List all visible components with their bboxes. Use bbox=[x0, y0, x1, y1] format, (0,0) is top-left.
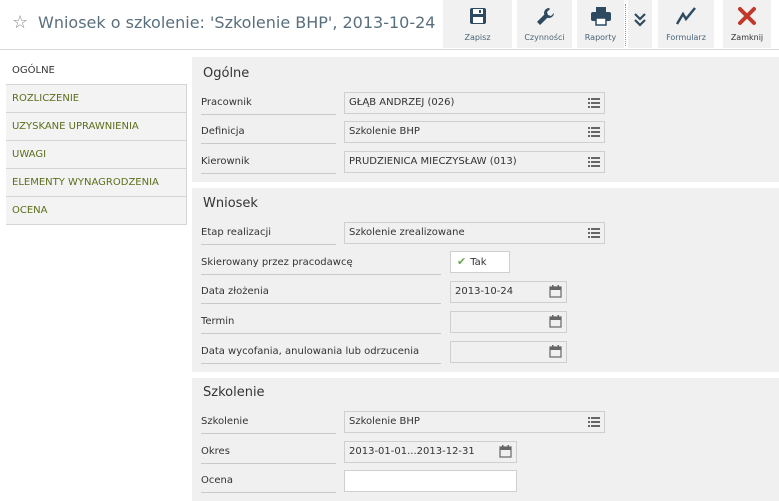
red-x-icon bbox=[723, 6, 771, 28]
etap-field[interactable]: Szkolenie zrealizowane bbox=[344, 222, 605, 244]
close-button-label: Zamknij bbox=[730, 33, 764, 42]
pracownik-value: GŁĄB ANDRZEJ (026) bbox=[349, 97, 455, 108]
szkolenie-value: Szkolenie BHP bbox=[349, 416, 420, 427]
data-zlozenia-field[interactable]: 2013-10-24 bbox=[450, 281, 567, 303]
szkolenie-field[interactable]: Szkolenie BHP bbox=[344, 411, 605, 433]
skierowany-label: Skierowany przez pracodawcę bbox=[201, 251, 441, 275]
termin-field[interactable] bbox=[450, 311, 567, 333]
save-button[interactable]: Zapisz bbox=[443, 0, 512, 48]
actions-button-label: Czynności bbox=[524, 33, 565, 42]
data-zlozenia-value: 2013-10-24 bbox=[455, 286, 514, 297]
sidebar-item-rozliczenie[interactable]: ROZLICZENIE bbox=[6, 85, 187, 113]
section-title-ogolne: Ogólne bbox=[203, 66, 250, 81]
etap-label: Etap realizacji bbox=[201, 221, 336, 245]
list-icon[interactable] bbox=[588, 127, 600, 137]
window-header: ☆ Wniosek o szkolenie: 'Szkolenie BHP', … bbox=[0, 0, 779, 48]
form-button-label: Formularz bbox=[666, 33, 706, 42]
data-wycofania-field[interactable] bbox=[450, 341, 567, 363]
section-divider bbox=[192, 182, 779, 188]
wrench-icon bbox=[517, 6, 572, 28]
calendar-icon[interactable] bbox=[499, 445, 512, 458]
actions-button[interactable]: Czynności bbox=[517, 0, 572, 48]
okres-field[interactable]: 2013-01-01...2013-12-31 bbox=[344, 441, 517, 463]
skierowany-value: Tak bbox=[470, 257, 487, 268]
toolbar-separator bbox=[625, 4, 626, 46]
definicja-field[interactable]: Szkolenie BHP bbox=[344, 121, 605, 143]
sidebar: OGÓLNE ROZLICZENIE UZYSKANE UPRAWNIENIA … bbox=[6, 57, 187, 225]
skierowany-checkbox[interactable]: ✔ Tak bbox=[450, 251, 510, 273]
etap-value: Szkolenie zrealizowane bbox=[349, 227, 465, 238]
form-content: Ogólne Pracownik GŁĄB ANDRZEJ (026) Defi… bbox=[192, 57, 779, 501]
kierownik-field[interactable]: PRUDZIENICA MIECZYSŁAW (013) bbox=[344, 151, 605, 173]
list-icon[interactable] bbox=[588, 98, 600, 108]
pracownik-label: Pracownik bbox=[201, 91, 336, 115]
sidebar-item-elementy-wynagrodzenia[interactable]: ELEMENTY WYNAGRODZENIA bbox=[6, 169, 187, 197]
list-icon[interactable] bbox=[588, 228, 600, 238]
data-zlozenia-label: Data złożenia bbox=[201, 280, 441, 304]
definicja-label: Definicja bbox=[201, 120, 336, 144]
pracownik-field[interactable]: GŁĄB ANDRZEJ (026) bbox=[344, 92, 605, 114]
sidebar-item-uwagi[interactable]: UWAGI bbox=[6, 141, 187, 169]
page-title: Wniosek o szkolenie: 'Szkolenie BHP', 20… bbox=[38, 13, 436, 32]
okres-value: 2013-01-01...2013-12-31 bbox=[349, 446, 475, 457]
ocena-label: Ocena bbox=[201, 469, 336, 493]
calendar-icon[interactable] bbox=[549, 315, 562, 328]
printer-icon bbox=[577, 6, 624, 28]
chart-line-icon bbox=[658, 6, 714, 28]
kierownik-label: Kierownik bbox=[201, 150, 336, 174]
more-button[interactable] bbox=[628, 0, 652, 48]
reports-button-label: Raporty bbox=[584, 33, 617, 42]
close-button[interactable]: Zamknij bbox=[723, 0, 771, 48]
sidebar-item-ocena[interactable]: OCENA bbox=[6, 197, 187, 225]
kierownik-value: PRUDZIENICA MIECZYSŁAW (013) bbox=[349, 156, 517, 167]
definicja-value: Szkolenie BHP bbox=[349, 126, 420, 137]
header-divider bbox=[0, 49, 779, 50]
okres-label: Okres bbox=[201, 440, 336, 464]
calendar-icon[interactable] bbox=[549, 345, 562, 358]
save-button-label: Zapisz bbox=[464, 33, 491, 42]
double-chevron-down-icon bbox=[628, 12, 652, 34]
data-wycofania-label: Data wycofania, anulowania lub odrzuceni… bbox=[201, 340, 441, 364]
list-icon[interactable] bbox=[588, 157, 600, 167]
list-icon[interactable] bbox=[588, 417, 600, 427]
ocena-field[interactable] bbox=[344, 470, 517, 492]
section-divider bbox=[192, 372, 779, 378]
termin-label: Termin bbox=[201, 310, 441, 334]
sidebar-item-ogolne[interactable]: OGÓLNE bbox=[6, 57, 187, 85]
floppy-disk-icon bbox=[443, 6, 512, 28]
section-title-wniosek: Wniosek bbox=[203, 196, 258, 211]
sidebar-item-uzyskane-uprawnienia[interactable]: UZYSKANE UPRAWNIENIA bbox=[6, 113, 187, 141]
star-outline-icon[interactable]: ☆ bbox=[12, 12, 28, 33]
section-title-szkolenie: Szkolenie bbox=[203, 385, 265, 400]
szkolenie-label: Szkolenie bbox=[201, 410, 336, 434]
form-button[interactable]: Formularz bbox=[658, 0, 714, 48]
calendar-icon[interactable] bbox=[549, 285, 562, 298]
checkmark-icon: ✔ bbox=[457, 255, 467, 268]
reports-button[interactable]: Raporty bbox=[577, 0, 624, 48]
